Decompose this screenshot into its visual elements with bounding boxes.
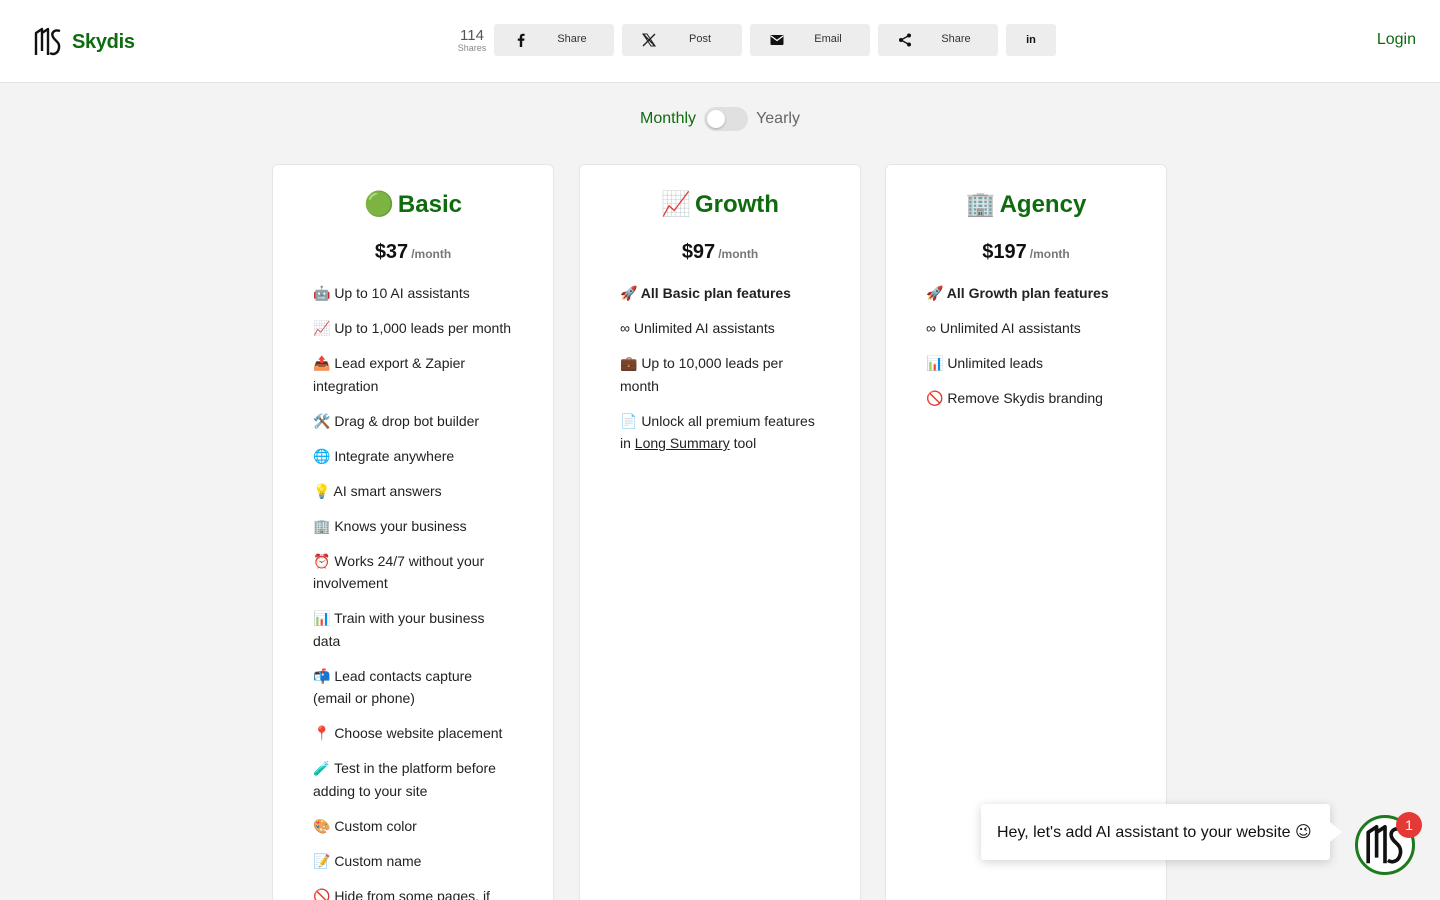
feature-item: 🎨 Custom color: [313, 817, 417, 834]
feature-list: 🤖 Up to 10 AI assistants 📈 Up to 1,000 l…: [313, 282, 513, 900]
feature-item: 📄 Unlock all premium features in Long Su…: [620, 410, 820, 455]
share-bar: 114 Shares Share Post Email Share in: [455, 24, 1064, 56]
long-summary-link[interactable]: Long Summary: [635, 435, 730, 451]
plan-period: /month: [718, 247, 759, 261]
x-post-button[interactable]: Post: [622, 24, 742, 56]
email-icon: [770, 33, 784, 47]
switch-knob: [707, 110, 726, 128]
login-link[interactable]: Login: [1377, 31, 1416, 49]
feature-list: 🚀 All Basic plan features ∞ Unlimited AI…: [620, 282, 820, 467]
monthly-label[interactable]: Monthly: [640, 110, 696, 128]
plan-price: $97: [681, 241, 716, 263]
x-post-label: Post: [688, 33, 711, 45]
feature-text: tool: [729, 435, 757, 451]
facebook-icon: [514, 33, 528, 47]
plan-period: /month: [1029, 247, 1070, 261]
email-share-button[interactable]: Email: [750, 24, 870, 56]
share-count: 114 Shares: [455, 28, 489, 53]
share-icon: [898, 33, 912, 47]
plan-card-basic: 🟢 Basic $37/month 🤖 Up to 10 AI assistant…: [272, 164, 554, 900]
share-count-number: 114: [460, 26, 484, 44]
feature-item: 📬 Lead contacts capture (email or phone): [313, 667, 473, 707]
feature-item: 💼 Up to 10,000 leads per month: [620, 355, 783, 394]
plan-name: Basic: [397, 191, 462, 218]
feature-item: 📊 Train with your business data: [313, 610, 485, 649]
plan-price: $197: [982, 241, 1027, 263]
feature-item: 🚫 Hide from some pages, if: [313, 887, 490, 900]
plan-title: 🏢 Agency: [886, 190, 1166, 219]
plan-price-row: $37/month: [273, 241, 553, 264]
brand-logo[interactable]: Skydis: [34, 27, 135, 57]
plan-emoji: 🏢: [965, 191, 996, 218]
plan-name: Agency: [999, 191, 1087, 218]
feature-item: 🧪 Test in the platform before adding to …: [313, 760, 496, 799]
facebook-share-button[interactable]: Share: [494, 24, 614, 56]
generic-share-button[interactable]: Share: [878, 24, 998, 56]
plan-card-agency: 🏢 Agency $197/month 🚀 All Growth plan fea…: [885, 164, 1167, 900]
feature-item: ⏰ Works 24/7 without your involvement: [313, 552, 485, 592]
feature-item: 🚫 Remove Skydis branding: [926, 390, 1103, 406]
feature-item: 🌐 Integrate anywhere: [313, 447, 455, 464]
chat-greeting-bubble[interactable]: Hey, let's add AI assistant to your webs…: [981, 804, 1342, 860]
feature-list: 🚀 All Growth plan features ∞ Unlimited A…: [926, 282, 1126, 422]
email-share-label: Email: [814, 33, 842, 45]
plan-period: /month: [411, 247, 452, 261]
plan-price: $37: [374, 241, 409, 263]
feature-item: 📍 Choose website placement: [313, 725, 503, 741]
feature-item: 📈 Up to 1,000 leads per month: [313, 320, 511, 336]
linkedin-icon: in: [1026, 34, 1036, 46]
feature-item: 🤖 Up to 10 AI assistants: [313, 285, 470, 301]
feature-item: 📤 Lead export & Zapier integration: [313, 355, 466, 394]
yearly-label[interactable]: Yearly: [756, 110, 800, 128]
plan-price-row: $97/month: [580, 241, 860, 264]
notification-badge: 1: [1396, 812, 1422, 838]
feature-item: 🚀 All Basic plan features: [620, 285, 791, 301]
billing-period-switch[interactable]: [704, 107, 749, 131]
chat-greeting-text: Hey, let's add AI assistant to your webs…: [997, 824, 1312, 841]
plan-emoji: 🟢: [364, 191, 394, 218]
linkedin-share-button[interactable]: in: [1006, 24, 1056, 56]
plan-title: 📈 Growth: [580, 190, 860, 219]
share-count-label: Shares: [457, 42, 487, 53]
facebook-share-label: Share: [557, 33, 587, 45]
skydis-logo-icon: [34, 27, 61, 56]
generic-share-label: Share: [941, 33, 971, 45]
feature-item: 🏢 Knows your business: [313, 517, 467, 534]
brand-name: Skydis: [72, 30, 135, 53]
site-header: Skydis 114 Shares Share Post Email Share…: [0, 0, 1440, 83]
x-icon: [642, 33, 656, 47]
plan-title: 🟢 Basic: [273, 190, 553, 219]
feature-item: 📊 Unlimited leads: [926, 355, 1044, 371]
billing-toggle: Monthly Yearly: [0, 107, 1440, 131]
feature-item: 💡 AI smart answers: [313, 482, 442, 499]
plan-price-row: $197/month: [886, 241, 1166, 264]
plan-name: Growth: [694, 191, 779, 218]
feature-item: ∞ Unlimited AI assistants: [926, 320, 1081, 336]
plan-card-growth: 📈 Growth $97/month 🚀 All Basic plan featu…: [579, 164, 861, 900]
feature-item: 🛠️ Drag & drop bot builder: [313, 412, 480, 429]
feature-item: 🚀 All Growth plan features: [926, 285, 1109, 301]
plan-emoji: 📈: [661, 191, 691, 218]
feature-item: ∞ Unlimited AI assistants: [620, 320, 775, 336]
feature-item: 📝 Custom name: [313, 852, 422, 869]
